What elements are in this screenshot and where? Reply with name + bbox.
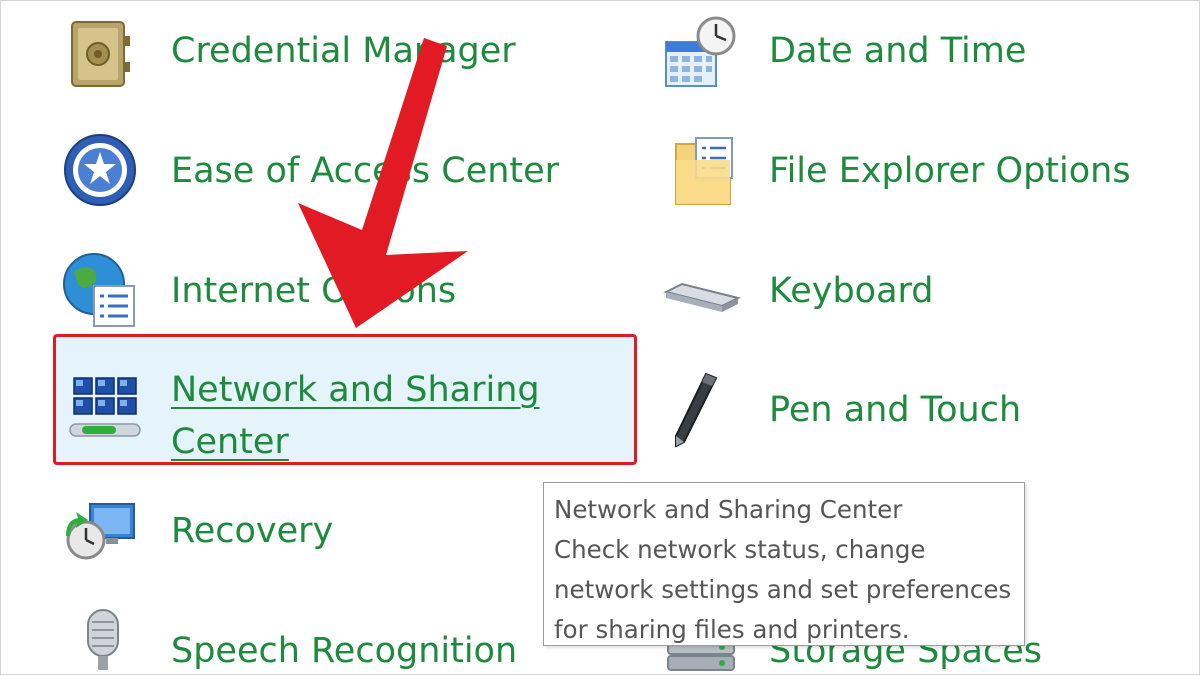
red-arrow-annotation [298, 38, 468, 328]
